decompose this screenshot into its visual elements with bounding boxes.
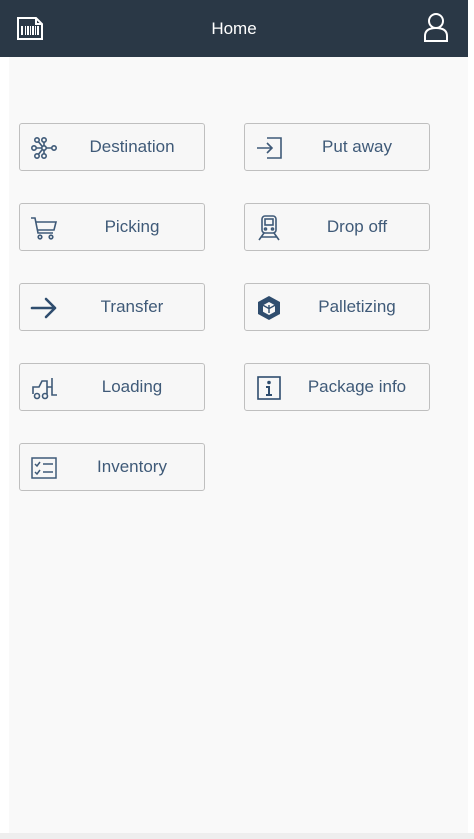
tile-drop-off[interactable]: Drop off (244, 203, 430, 251)
tile-label: Drop off (326, 217, 388, 236)
page-bottom-edge (0, 833, 474, 839)
tile-label: Transfer (100, 297, 164, 316)
tile-loading[interactable]: Loading (19, 363, 205, 411)
info-icon (255, 374, 283, 402)
tile-package-info[interactable]: Package info (244, 363, 430, 411)
train-icon (255, 214, 283, 242)
app-header: Home (0, 0, 468, 57)
tile-inventory[interactable]: Inventory (19, 443, 205, 491)
page-edge (468, 0, 474, 839)
cube-icon (255, 294, 283, 322)
tile-label: Inventory (97, 457, 167, 476)
tile-put-away[interactable]: Put away (244, 123, 430, 171)
user-icon[interactable] (423, 12, 449, 42)
checklist-icon (30, 454, 58, 482)
network-nodes-icon (30, 134, 58, 162)
tile-palletizing[interactable]: Palletizing (244, 283, 430, 331)
tile-label: Package info (307, 377, 407, 396)
forklift-icon (30, 374, 58, 402)
cart-icon (30, 214, 58, 242)
tile-label: Palletizing (318, 297, 396, 316)
enter-arrow-icon (255, 134, 283, 162)
tile-label: Loading (101, 377, 163, 396)
tile-transfer[interactable]: Transfer (19, 283, 205, 331)
tile-label: Picking (104, 217, 160, 236)
tile-destination[interactable]: Destination (19, 123, 205, 171)
tile-label: Destination (89, 137, 175, 156)
page-title: Home (211, 19, 257, 38)
tile-label: Put away (322, 137, 392, 156)
right-arrow-icon (30, 294, 58, 322)
tile-picking[interactable]: Picking (19, 203, 205, 251)
